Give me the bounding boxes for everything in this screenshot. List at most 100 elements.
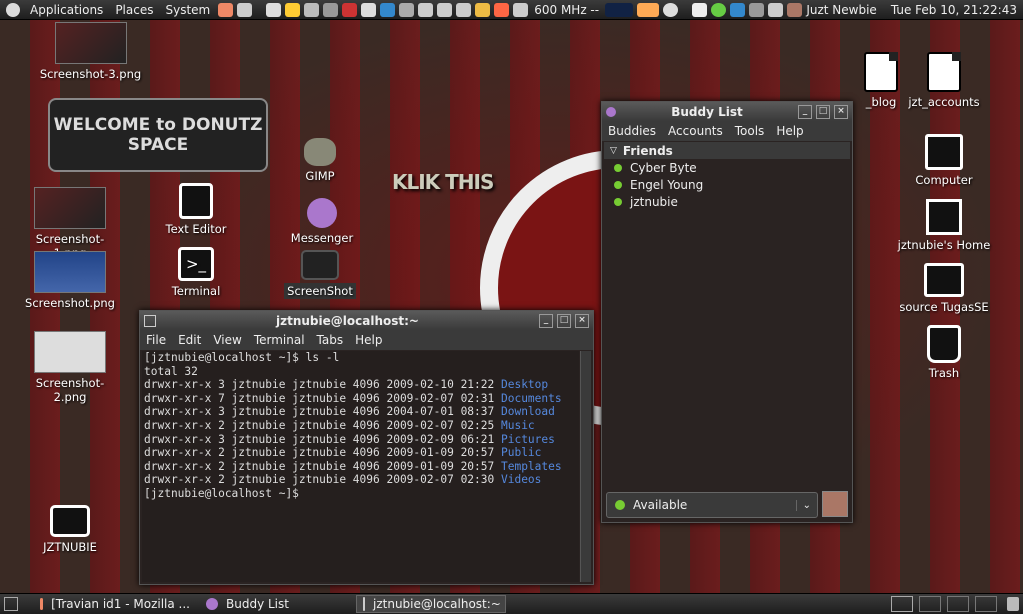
terminal-line: [jztnubie@localhost ~]$ [144, 486, 299, 500]
terminal-line: drwxr-xr-x 3 jztnubie jztnubie 4096 2004… [144, 405, 577, 419]
workspace-1[interactable] [891, 596, 913, 612]
terminal-scrollbar[interactable] [580, 351, 591, 582]
desktop-icon-label: Text Editor [165, 222, 227, 236]
mail-icon[interactable] [237, 2, 253, 17]
signal-icon[interactable] [768, 2, 784, 17]
pidgin-icon[interactable] [711, 2, 727, 17]
taskbar-item-buddy-list[interactable]: Buddy List [200, 596, 352, 612]
close-button[interactable]: × [834, 104, 848, 119]
menu-view[interactable]: View [207, 333, 247, 347]
desktop-icon-label: Messenger [290, 231, 354, 245]
workspace-2[interactable] [919, 596, 941, 612]
cpu-graph-icon [605, 2, 634, 17]
power-icon[interactable] [304, 2, 320, 17]
desktop-folder-source[interactable]: source TugasSE [894, 263, 994, 314]
menu-terminal[interactable]: Terminal [248, 333, 311, 347]
drive-icon[interactable] [437, 2, 453, 17]
menu-file[interactable]: File [140, 333, 172, 347]
minimize-button[interactable]: _ [798, 104, 812, 119]
buddy-item[interactable]: Engel Young [604, 176, 850, 193]
maximize-button[interactable]: □ [557, 313, 571, 328]
desktop-file-blog[interactable]: _blog [858, 52, 904, 109]
workspace-3[interactable] [947, 596, 969, 612]
desktop-computer[interactable]: Computer [904, 134, 984, 187]
trash-icon [927, 325, 961, 363]
show-desktop-icon[interactable] [4, 597, 18, 611]
cpu-icon [513, 2, 529, 17]
bluetooth-icon[interactable] [730, 2, 746, 17]
desktop-launcher-gimp[interactable]: GIMP [290, 138, 350, 183]
menu-help[interactable]: Help [349, 333, 388, 347]
clock[interactable]: Tue Feb 10, 21:22:43 [891, 3, 1017, 17]
desktop-launcher-screenshot[interactable]: ScreenShot [284, 250, 356, 299]
ls-entry: drwxr-xr-x 2 jztnubie jztnubie 4096 2009… [144, 473, 501, 487]
terminal-line: [jztnubie@localhost ~]$ ls -l [144, 351, 340, 364]
desktop-trash[interactable]: Trash [914, 325, 974, 380]
avatar[interactable] [787, 2, 803, 17]
menu-system[interactable]: System [159, 3, 216, 17]
menu-edit[interactable]: Edit [172, 333, 207, 347]
trash-icon[interactable] [1007, 597, 1019, 611]
globe-icon[interactable] [323, 2, 339, 17]
drive-icon[interactable] [456, 2, 472, 17]
terminal-output[interactable]: [jztnubie@localhost ~]$ ls -l total 32 drw… [142, 351, 579, 582]
dir-name: Desktop [500, 378, 549, 392]
drive-icon[interactable] [418, 2, 434, 17]
klik-this-text: KLIK THIS [392, 170, 494, 194]
dir-name: Public [500, 446, 542, 460]
desktop-file-screenshot-1[interactable]: Screenshot-1.png [20, 187, 120, 260]
expander-icon[interactable]: ▽ [610, 146, 617, 156]
folder-icon[interactable] [475, 2, 491, 17]
minimize-button[interactable]: _ [539, 313, 553, 328]
desktop-launcher-messenger[interactable]: Messenger [288, 198, 356, 245]
workspace-4[interactable] [975, 596, 997, 612]
terminal-line: drwxr-xr-x 2 jztnubie jztnubie 4096 2009… [144, 446, 577, 460]
taskbar-item-terminal[interactable]: jztnubie@localhost:~ [356, 595, 506, 613]
terminal-line: drwxr-xr-x 3 jztnubie jztnubie 4096 2009… [144, 433, 577, 447]
accessibility-icon[interactable] [380, 2, 396, 17]
firefox-icon[interactable] [218, 2, 234, 17]
menu-accounts[interactable]: Accounts [662, 124, 729, 138]
maximize-button[interactable]: □ [816, 104, 830, 119]
menu-places[interactable]: Places [109, 3, 159, 17]
status-label: Available [633, 498, 688, 512]
app-icon[interactable] [342, 2, 358, 17]
ls-entry: drwxr-xr-x 3 jztnubie jztnubie 4096 2009… [144, 378, 501, 392]
network-icon[interactable] [749, 2, 765, 17]
menu-help[interactable]: Help [770, 124, 809, 138]
buddy-icon-avatar[interactable] [822, 491, 848, 517]
desktop-file-jzt-accounts[interactable]: jzt_accounts [904, 52, 984, 109]
folder-icon[interactable] [285, 2, 301, 17]
desktop-file-screenshot-2[interactable]: Screenshot-2.png [20, 331, 120, 404]
logout-icon[interactable] [361, 2, 377, 17]
buddy-list-titlebar[interactable]: Buddy List _ □ × [602, 102, 852, 121]
ls-entry: drwxr-xr-x 2 jztnubie jztnubie 4096 2009… [144, 446, 501, 460]
drive-icon[interactable] [399, 2, 415, 17]
desktop-file-screenshot[interactable]: Screenshot.png [20, 251, 120, 310]
close-button[interactable]: × [575, 313, 589, 328]
buddy-item[interactable]: jztnubie [604, 193, 850, 210]
terminal-line: drwxr-xr-x 2 jztnubie jztnubie 4096 2009… [144, 460, 577, 474]
lock-icon[interactable] [266, 2, 282, 17]
menu-applications[interactable]: Applications [24, 3, 109, 17]
status-selector[interactable]: Available ⌄ [606, 492, 818, 518]
gnome-foot-icon[interactable] [6, 2, 20, 17]
terminal-titlebar[interactable]: jztnubie@localhost:~ _ □ × [140, 311, 593, 330]
menu-tabs[interactable]: Tabs [311, 333, 350, 347]
buddy-item[interactable]: Cyber Byte [604, 159, 850, 176]
desktop-launcher-terminal[interactable]: >_ Terminal [165, 247, 227, 298]
weather-icon[interactable] [494, 2, 510, 17]
folder-icon [924, 263, 964, 297]
desktop-launcher-text-editor[interactable]: Text Editor [160, 183, 232, 236]
desktop-home[interactable]: jztnubie's Home [894, 199, 994, 252]
user-name[interactable]: Juzt Newbie [806, 3, 876, 17]
mail-notify-icon[interactable] [637, 2, 660, 17]
menu-tools[interactable]: Tools [729, 124, 771, 138]
buddy-group-friends[interactable]: ▽ Friends [604, 142, 850, 159]
note-icon[interactable] [692, 2, 708, 17]
menu-buddies[interactable]: Buddies [602, 124, 662, 138]
taskbar-item-firefox[interactable]: [Travian id1 - Mozilla ... [34, 596, 196, 612]
chevron-down-icon[interactable]: ⌄ [795, 499, 817, 511]
desktop-file-screenshot-3[interactable]: Screenshot-3.png [38, 22, 143, 81]
desktop-drive-jztnubie[interactable]: JZTNUBIE [30, 505, 110, 554]
